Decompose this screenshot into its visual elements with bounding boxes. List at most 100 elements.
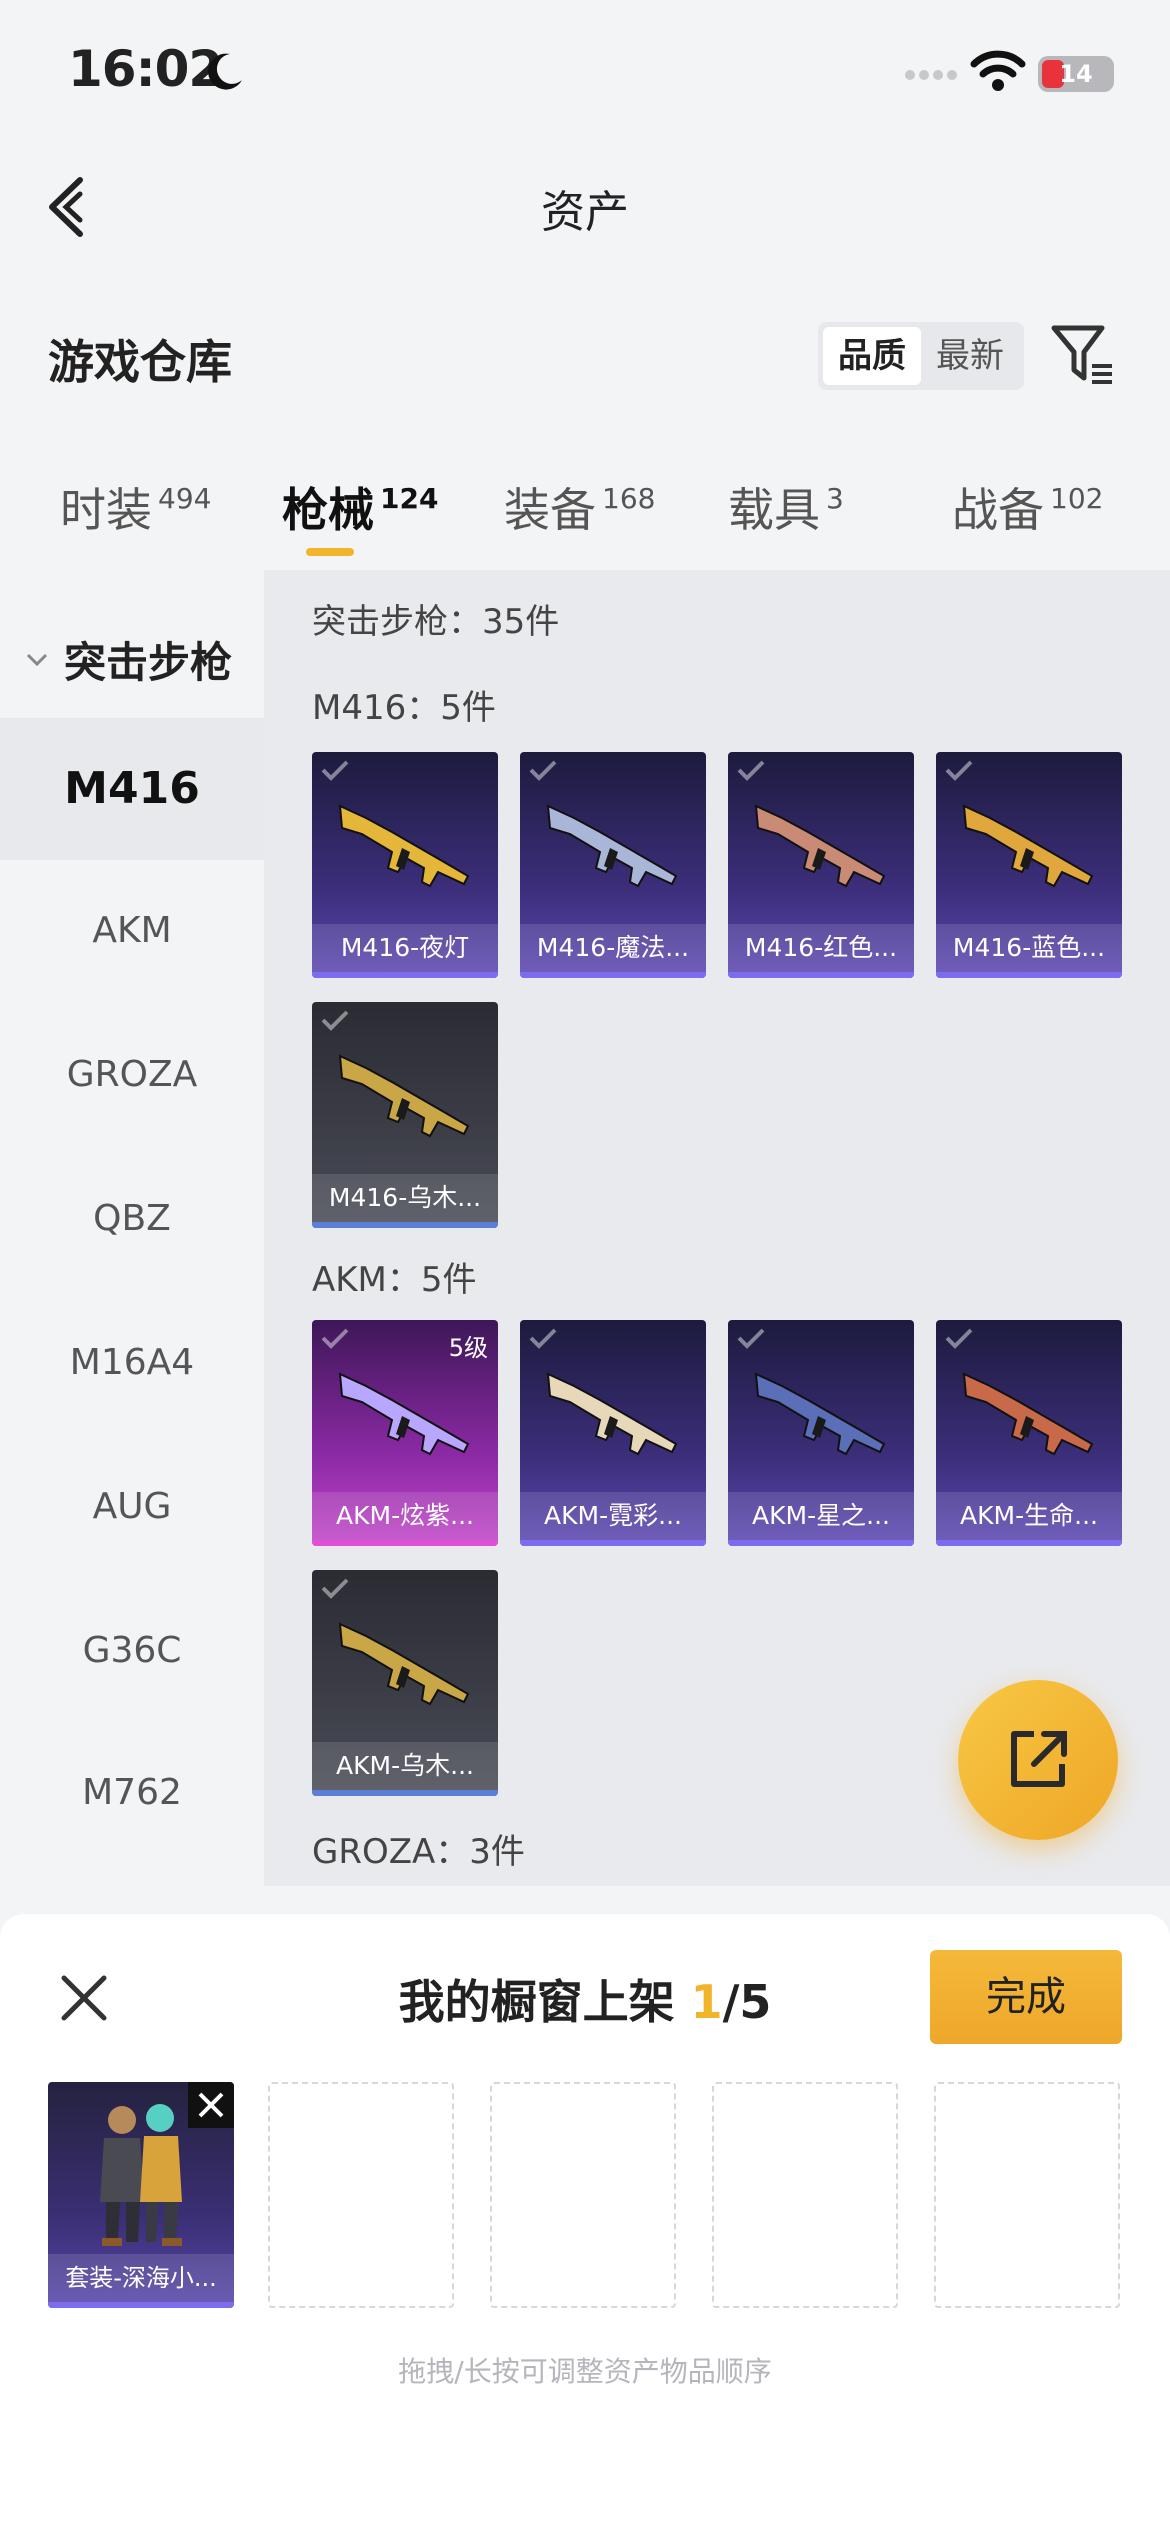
rarity-edge xyxy=(312,1790,498,1796)
check-icon xyxy=(945,1328,973,1349)
active-tab-indicator xyxy=(306,548,354,556)
reorder-hint: 拖拽/长按可调整资产物品顺序 xyxy=(398,2355,772,2388)
sidebar-item-g36c[interactable]: G36C xyxy=(0,1580,264,1722)
check-icon xyxy=(737,760,765,781)
tab-label: 枪械 xyxy=(282,483,374,537)
tab-label: 战备 xyxy=(952,483,1044,537)
group-header-m416: M416：5件 xyxy=(312,688,496,728)
check-icon xyxy=(321,1578,349,1599)
sidebar-item-m762[interactable]: M762 xyxy=(0,1722,264,1864)
level-badge: 5级 xyxy=(448,1334,488,1362)
sidebar-item-qbz[interactable]: QBZ xyxy=(0,1148,264,1290)
weapon-card[interactable]: AKM-生命... xyxy=(936,1320,1122,1546)
rifle-icon xyxy=(338,1622,470,1706)
weapon-name: AKM-星之... xyxy=(728,1492,914,1540)
tab-count: 3 xyxy=(826,482,844,515)
moon-icon xyxy=(208,53,242,90)
summary-count: 突击步枪：35件 xyxy=(312,602,560,642)
group-header-groza: GROZA：3件 xyxy=(312,1832,525,1872)
status-time: 16:02 xyxy=(68,40,223,98)
check-icon xyxy=(321,760,349,781)
tab-supplies[interactable]: 战备 102 xyxy=(952,474,1103,540)
tab-count: 494 xyxy=(158,482,212,515)
sidebar-item-aug[interactable]: AUG xyxy=(0,1436,264,1578)
battery-level: 14 xyxy=(1059,60,1093,88)
wifi-icon xyxy=(970,50,1026,91)
rifle-icon xyxy=(754,1372,886,1456)
showcase-slot-filled[interactable]: 套装-深海小... xyxy=(48,2082,234,2308)
slot-edge xyxy=(48,2302,234,2308)
tab-vehicles[interactable]: 载具 3 xyxy=(728,474,844,540)
check-icon xyxy=(321,1328,349,1349)
check-icon xyxy=(321,1010,349,1031)
sidebar-item-m16a4[interactable]: M16A4 xyxy=(0,1292,264,1434)
weapon-card[interactable]: 5级 AKM-炫紫... xyxy=(312,1320,498,1546)
weapon-card[interactable]: AKM-乌木... xyxy=(312,1570,498,1796)
sidebar-item-groza[interactable]: GROZA xyxy=(0,1004,264,1146)
weapon-name: M416-红色... xyxy=(728,924,914,972)
rifle-icon xyxy=(962,1372,1094,1456)
rifle-icon xyxy=(546,804,678,888)
tab-fashion[interactable]: 时装 494 xyxy=(60,474,211,540)
weapon-card[interactable]: M416-红色... xyxy=(728,752,914,978)
showcase-count-current: 1 xyxy=(690,1975,723,2029)
rarity-edge xyxy=(312,1222,498,1228)
showcase-slot-empty[interactable] xyxy=(268,2082,454,2308)
showcase-slot-empty[interactable] xyxy=(934,2082,1120,2308)
page-title: 资产 xyxy=(541,187,629,238)
weapon-name: AKM-乌木... xyxy=(312,1742,498,1790)
showcase-count-total: /5 xyxy=(722,1975,772,2029)
rarity-edge xyxy=(728,1540,914,1546)
rarity-edge xyxy=(312,972,498,978)
section-title: 游戏仓库 xyxy=(48,335,232,389)
weapon-name: M416-乌木... xyxy=(312,1174,498,1222)
weapon-name: AKM-霓彩... xyxy=(520,1492,706,1540)
battery-icon: 14 xyxy=(1038,56,1114,92)
weapon-card[interactable]: M416-蓝色... xyxy=(936,752,1122,978)
tab-count: 168 xyxy=(602,482,656,515)
weapon-card[interactable]: M416-魔法... xyxy=(520,752,706,978)
status-bar: 16:02 14 xyxy=(0,0,1170,140)
weapon-name: AKM-炫紫... xyxy=(312,1492,498,1540)
sidebar-category[interactable]: 突击步枪 xyxy=(0,614,264,704)
check-icon xyxy=(529,1328,557,1349)
tab-equipment[interactable]: 装备 168 xyxy=(504,474,655,540)
check-icon xyxy=(945,760,973,781)
character-outfit-icon xyxy=(100,2104,182,2246)
rifle-icon xyxy=(338,1372,470,1456)
weapon-name: M416-魔法... xyxy=(520,924,706,972)
showcase-slot-empty[interactable] xyxy=(490,2082,676,2308)
rarity-edge xyxy=(728,972,914,978)
sidebar-item-akm[interactable]: AKM xyxy=(0,860,264,1002)
remove-icon[interactable] xyxy=(188,2082,234,2128)
rifle-icon xyxy=(338,804,470,888)
weapon-name: M416-夜灯 xyxy=(312,924,498,972)
slot-item-name: 套装-深海小... xyxy=(48,2254,234,2302)
tab-label: 装备 xyxy=(504,483,596,537)
sort-quality-button[interactable]: 品质 xyxy=(823,327,921,385)
rarity-edge xyxy=(520,1540,706,1546)
weapon-card[interactable]: M416-夜灯 xyxy=(312,752,498,978)
sort-newest-button[interactable]: 最新 xyxy=(921,327,1019,385)
weapon-card[interactable]: AKM-星之... xyxy=(728,1320,914,1546)
sort-toggle: 品质 最新 xyxy=(818,322,1024,390)
signal-icon xyxy=(905,70,957,80)
done-button[interactable]: 完成 xyxy=(930,1950,1122,2044)
showcase-title-text: 我的橱窗上架 xyxy=(398,1975,675,2029)
weapon-card[interactable]: AKM-霓彩... xyxy=(520,1320,706,1546)
check-icon xyxy=(529,760,557,781)
showcase-slot-empty[interactable] xyxy=(712,2082,898,2308)
rarity-edge xyxy=(936,972,1122,978)
filter-icon[interactable] xyxy=(1050,322,1116,388)
weapon-card[interactable]: M416-乌木... xyxy=(312,1002,498,1228)
rarity-edge xyxy=(312,1540,498,1546)
rarity-edge xyxy=(936,1540,1122,1546)
tab-label: 时装 xyxy=(60,483,152,537)
share-icon xyxy=(1011,1731,1067,1787)
sidebar-item-m416[interactable]: M416 xyxy=(0,718,264,860)
rarity-edge xyxy=(520,972,706,978)
weapon-name: M416-蓝色... xyxy=(936,924,1122,972)
share-button[interactable] xyxy=(958,1680,1118,1840)
weapon-name: AKM-生命... xyxy=(936,1492,1122,1540)
tab-firearms[interactable]: 枪械 124 xyxy=(282,474,438,540)
